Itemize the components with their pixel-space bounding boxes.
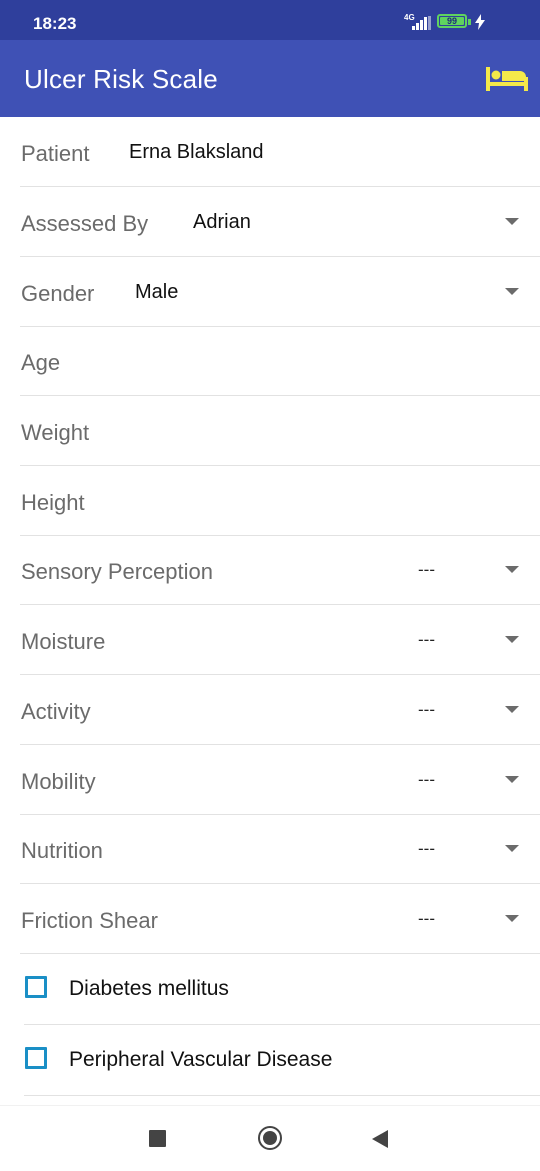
diabetes-label: Diabetes mellitus: [69, 977, 229, 1000]
chevron-down-icon: [505, 218, 519, 225]
sensory-perception-select[interactable]: Sensory Perception ---: [20, 535, 540, 605]
moisture-label: Moisture: [21, 629, 106, 654]
height-field[interactable]: Height: [20, 466, 540, 536]
chevron-down-icon: [505, 636, 519, 643]
age-label: Age: [21, 350, 61, 375]
mobility-value: ---: [418, 770, 435, 789]
pvd-label: Peripheral Vascular Disease: [69, 1048, 333, 1071]
bed-icon[interactable]: [486, 65, 528, 93]
nutrition-select[interactable]: Nutrition ---: [20, 814, 540, 884]
sensory-perception-value: ---: [418, 560, 435, 579]
patient-name: Erna Blaksland: [129, 141, 264, 163]
charging-icon: [475, 14, 485, 30]
moisture-value: ---: [418, 630, 435, 649]
weight-label: Weight: [21, 420, 90, 445]
nutrition-label: Nutrition: [21, 838, 103, 863]
signal-icon: [412, 16, 432, 30]
weight-field[interactable]: Weight: [20, 396, 540, 466]
age-field[interactable]: Age: [20, 326, 540, 396]
chevron-down-icon: [505, 915, 519, 922]
battery-icon: 99: [437, 14, 467, 28]
friction-shear-label: Friction Shear: [21, 908, 158, 933]
home-icon-inner: [263, 1131, 277, 1145]
home-icon[interactable]: [258, 1126, 282, 1150]
friction-shear-select[interactable]: Friction Shear ---: [20, 884, 540, 954]
pvd-checkbox-row[interactable]: Peripheral Vascular Disease: [24, 1025, 540, 1096]
assessed-by-select[interactable]: Assessed By Adrian: [20, 187, 540, 257]
friction-shear-value: ---: [418, 909, 435, 928]
diabetes-checkbox-row[interactable]: Diabetes mellitus: [24, 954, 540, 1025]
mobility-label: Mobility: [21, 769, 96, 794]
page-title: Ulcer Risk Scale: [24, 64, 218, 94]
chevron-down-icon: [505, 776, 519, 783]
app-bar: Ulcer Risk Scale: [0, 40, 540, 117]
back-icon[interactable]: [372, 1130, 388, 1148]
battery-level: 99: [440, 17, 464, 26]
gender-value: Male: [135, 281, 179, 303]
gender-select[interactable]: Gender Male: [20, 257, 540, 327]
status-icons: 4G 99: [404, 12, 514, 32]
activity-value: ---: [418, 700, 435, 719]
system-nav-bar: [0, 1105, 540, 1171]
moisture-select[interactable]: Moisture ---: [20, 605, 540, 675]
patient-row: Patient Erna Blaksland: [20, 117, 540, 187]
recents-icon[interactable]: [149, 1130, 166, 1147]
height-label: Height: [21, 490, 85, 515]
battery-tip: [468, 19, 471, 25]
diabetes-checkbox[interactable]: [25, 976, 47, 998]
chevron-down-icon: [505, 706, 519, 713]
status-bar: 18:23 4G 99: [0, 0, 540, 40]
patient-label: Patient: [21, 141, 90, 166]
sensory-perception-label: Sensory Perception: [21, 559, 213, 584]
chevron-down-icon: [505, 288, 519, 295]
pvd-checkbox[interactable]: [25, 1047, 47, 1069]
assessed-by-label: Assessed By: [21, 211, 149, 236]
mobility-select[interactable]: Mobility ---: [20, 745, 540, 815]
assessed-by-value: Adrian: [193, 211, 251, 233]
nutrition-value: ---: [418, 839, 435, 858]
gender-label: Gender: [21, 281, 95, 306]
activity-label: Activity: [21, 699, 91, 724]
chevron-down-icon: [505, 566, 519, 573]
activity-select[interactable]: Activity ---: [20, 675, 540, 745]
status-time: 18:23: [33, 14, 77, 33]
chevron-down-icon: [505, 845, 519, 852]
